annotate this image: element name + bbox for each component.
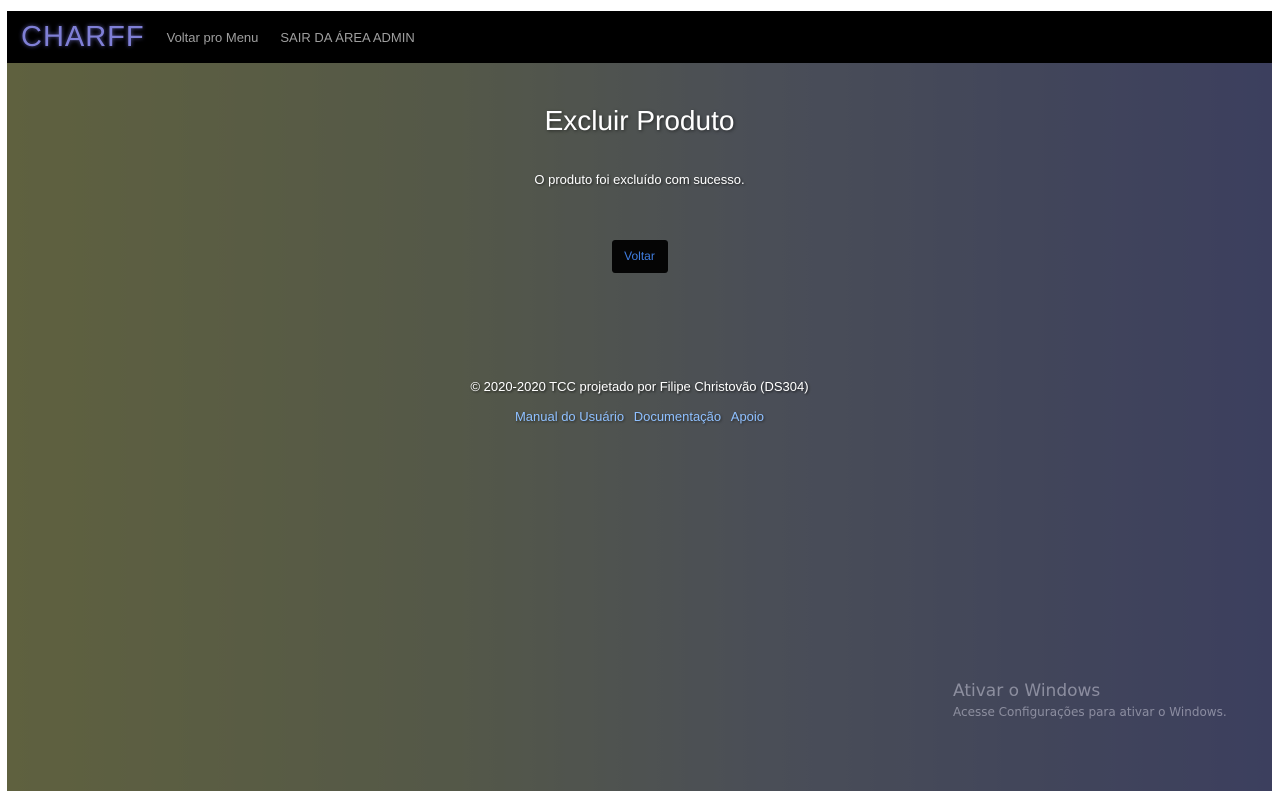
windows-activation-watermark: Ativar o Windows Acesse Configurações pa…: [953, 681, 1227, 719]
footer-link-manual[interactable]: Manual do Usuário: [515, 409, 624, 424]
page: CHARFF Voltar pro Menu SAIR DA ÁREA ADMI…: [7, 11, 1272, 791]
footer-link-apoio[interactable]: Apoio: [731, 409, 764, 424]
page-title: Excluir Produto: [544, 105, 735, 136]
button-container: Voltar: [7, 240, 1272, 273]
success-message: O produto foi excluído com sucesso.: [534, 172, 745, 187]
nav-link-voltar-menu[interactable]: Voltar pro Menu: [167, 30, 259, 45]
footer-copyright: © 2020-2020 TCC projetado por Filipe Chr…: [470, 379, 809, 394]
footer-links: Manual do Usuário Documentação Apoio: [7, 409, 1272, 424]
watermark-subtitle: Acesse Configurações para ativar o Windo…: [953, 705, 1227, 719]
brand-logo[interactable]: CHARFF: [21, 22, 145, 52]
nav-link-sair-admin[interactable]: SAIR DA ÁREA ADMIN: [280, 30, 414, 45]
back-button[interactable]: Voltar: [611, 240, 668, 273]
watermark-title: Ativar o Windows: [953, 681, 1101, 701]
footer-link-documentacao[interactable]: Documentação: [634, 409, 721, 424]
navbar: CHARFF Voltar pro Menu SAIR DA ÁREA ADMI…: [7, 11, 1272, 63]
